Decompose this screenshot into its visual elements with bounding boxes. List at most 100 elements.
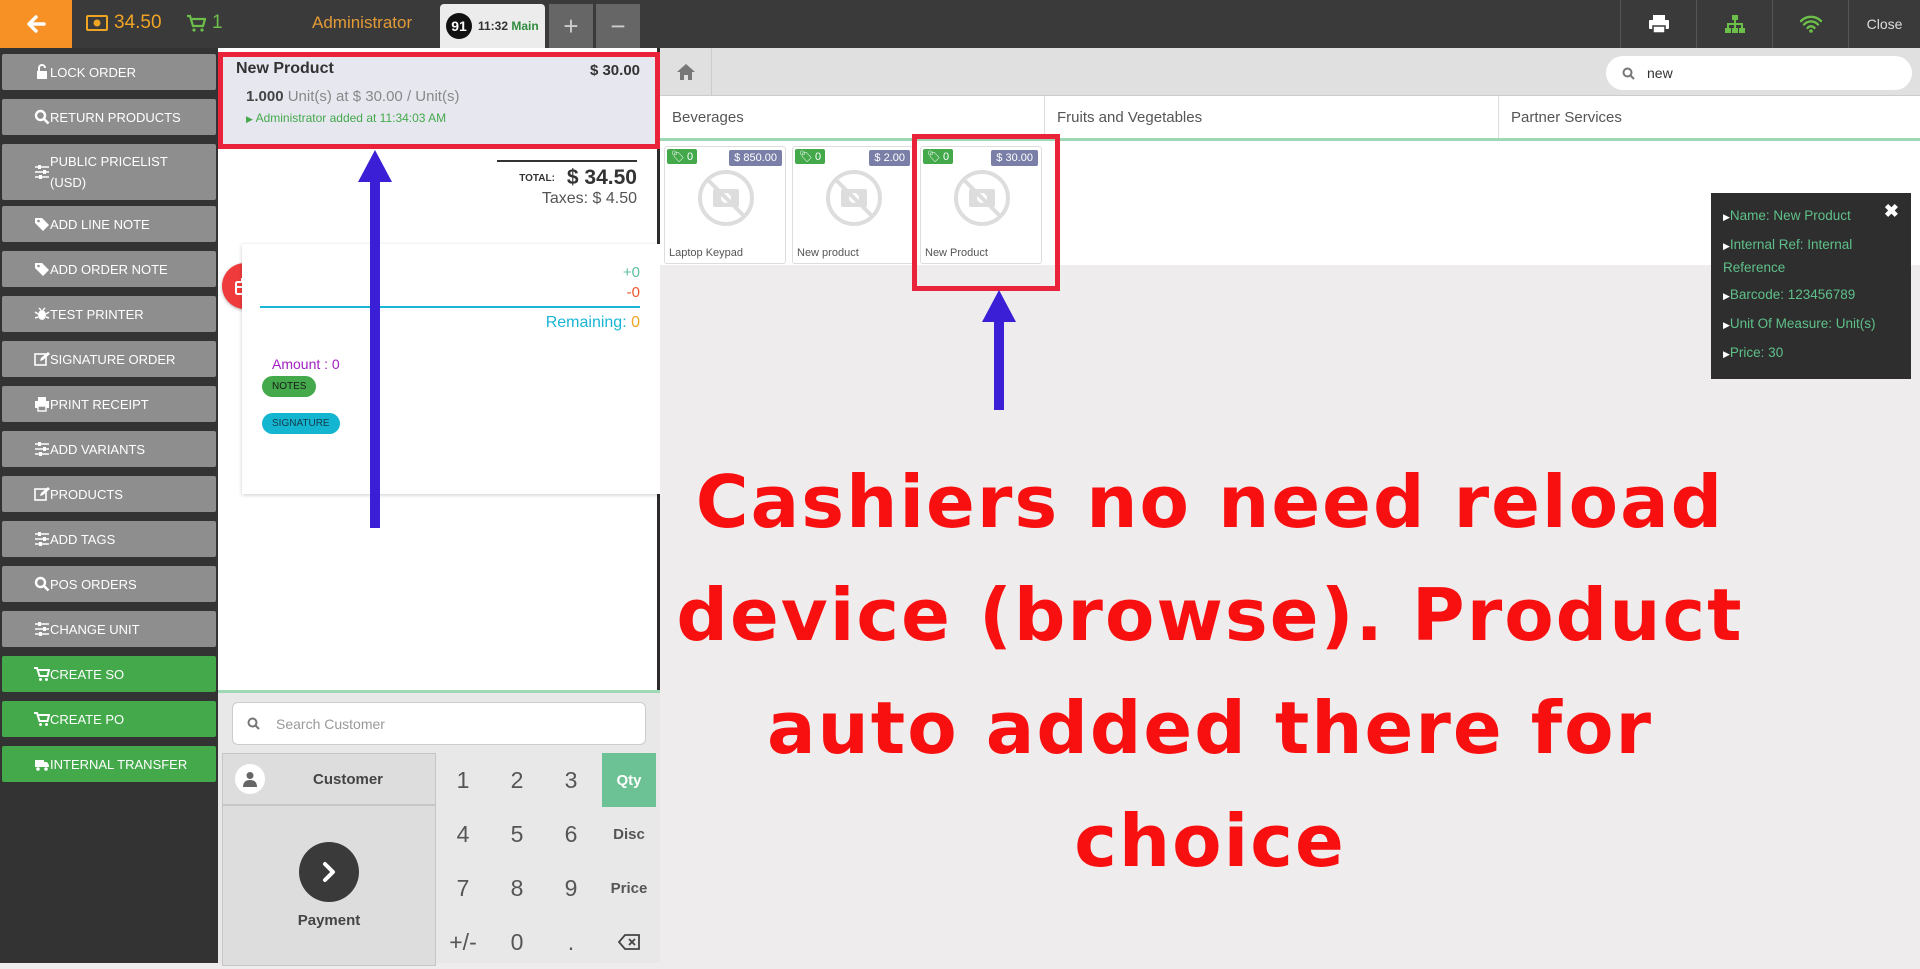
tag-icon <box>34 261 50 277</box>
caret-right-icon: ▶ <box>1723 320 1730 330</box>
back-button[interactable] <box>0 0 72 48</box>
numpad-mode-price[interactable]: Price <box>602 861 656 915</box>
remove-order-button[interactable]: − <box>596 4 640 48</box>
sidebar-item-create-po[interactable]: CREATE PO <box>2 701 216 737</box>
backspace-icon[interactable] <box>602 915 656 969</box>
order-tab[interactable]: 91 11:32 Main <box>440 4 545 48</box>
numpad-key[interactable]: . <box>544 915 598 969</box>
product-tag: 🏷 0 <box>795 149 826 164</box>
remaining-label: Remaining: <box>545 314 627 331</box>
arrow-up-icon <box>358 150 392 528</box>
customer-button[interactable]: Customer <box>222 753 436 805</box>
sidebar-item-public-pricelist-usd[interactable]: PUBLIC PRICELIST (USD) <box>2 144 216 200</box>
home-button[interactable] <box>660 48 712 96</box>
cart-count-value: 1 <box>212 12 223 33</box>
sidebar-item-products[interactable]: PRODUCTS <box>2 476 216 512</box>
sliders-icon <box>34 621 50 637</box>
sidebar-item-pos-orders[interactable]: POS ORDERS <box>2 566 216 602</box>
product-card[interactable]: 🏷 0 $ 850.00 Laptop Keypad <box>664 146 786 264</box>
sidebar-item-test-printer[interactable]: TEST PRINTER <box>2 296 216 332</box>
caret-right-icon: ▶ <box>1723 349 1730 359</box>
payment-label: Payment <box>297 912 361 929</box>
category-label: Beverages <box>672 108 744 126</box>
info-line-text: Price: 30 <box>1729 345 1784 360</box>
caption-line: Cashiers no need reload <box>695 460 1725 544</box>
signature-button[interactable]: SIGNATURE <box>262 413 340 434</box>
search-customer-placeholder: Search Customer <box>276 715 385 732</box>
numpad-key[interactable]: 3 <box>544 753 598 807</box>
order-time: 11:32 Main <box>478 19 539 33</box>
numpad-key[interactable]: 2 <box>490 753 544 807</box>
sidebar-item-signature-order[interactable]: SIGNATURE ORDER <box>2 341 216 377</box>
sidebar-item-create-so[interactable]: CREATE SO <box>2 656 216 692</box>
product-card[interactable]: 🏷 0 $ 2.00 New product <box>792 146 914 264</box>
product-name: New product <box>797 247 859 259</box>
plus-icon: + <box>563 10 579 41</box>
no-image-icon <box>826 170 882 226</box>
sidebar-item-label: SIGNATURE ORDER <box>50 351 176 367</box>
numpad-key[interactable]: 9 <box>544 861 598 915</box>
info-line: ▶Unit Of Measure: Unit(s) <box>1723 313 1899 336</box>
user-icon <box>235 764 265 794</box>
numpad: 1 2 3 4 5 6 7 8 9 +/- 0. Qty Disc Price <box>436 753 660 966</box>
numpad-key[interactable]: 5 <box>490 807 544 861</box>
sidebar-item-return-products[interactable]: RETURN PRODUCTS <box>2 99 216 135</box>
caret-right-icon: ▶ <box>1723 291 1730 301</box>
user-name[interactable]: Administrator <box>312 13 412 33</box>
unlock-icon <box>34 64 50 80</box>
numpad-key[interactable]: 0 <box>490 915 544 969</box>
highlight-order-line <box>218 52 660 149</box>
numpad-mode-disc[interactable]: Disc <box>602 807 656 861</box>
sidebar-item-internal-transfer[interactable]: INTERNAL TRANSFER <box>2 746 216 782</box>
category-beverages[interactable]: Beverages <box>660 96 1045 138</box>
numpad-key[interactable]: 8 <box>490 861 544 915</box>
notes-button[interactable]: NOTES <box>262 376 317 397</box>
network-button[interactable] <box>1696 0 1772 48</box>
sidebar-item-label: PUBLIC PRICELIST (USD) <box>50 154 168 190</box>
numpad-key[interactable]: 6 <box>544 807 598 861</box>
customer-label: Customer <box>313 770 384 788</box>
action-sidebar: LOCK ORDER RETURN PRODUCTS PUBLIC PRICELIS… <box>0 48 218 963</box>
total-line: TOTAL: $ 34.50 <box>497 166 637 190</box>
chevron-right-icon <box>299 842 359 902</box>
product-price: $ 850.00 <box>729 150 782 166</box>
numpad-key[interactable]: 1 <box>436 753 490 807</box>
sitemap-icon <box>1724 15 1745 33</box>
close-button[interactable]: Close <box>1848 0 1920 48</box>
search-icon <box>1622 67 1635 80</box>
add-order-button[interactable]: + <box>549 4 593 48</box>
category-partner-services[interactable]: Partner Services <box>1499 96 1920 138</box>
numpad-key[interactable]: 7 <box>436 861 490 915</box>
taxes-line: Taxes: $ 4.50 <box>541 190 637 207</box>
edit-icon <box>34 351 50 367</box>
sidebar-item-add-line-note[interactable]: ADD LINE NOTE <box>2 206 216 242</box>
truck-icon <box>34 756 50 772</box>
search-customer-field[interactable]: Search Customer <box>232 702 646 745</box>
order-number: 91 <box>446 13 472 39</box>
info-line: ▶Name: New Product <box>1723 205 1899 228</box>
print-button[interactable] <box>1620 0 1696 48</box>
info-line-text: Unit Of Measure: Unit(s) <box>1729 316 1876 331</box>
sidebar-item-label: INTERNAL TRANSFER <box>50 756 188 772</box>
sidebar-item-change-unit[interactable]: CHANGE UNIT <box>2 611 216 647</box>
wifi-button[interactable] <box>1772 0 1848 48</box>
sidebar-item-add-order-note[interactable]: ADD ORDER NOTE <box>2 251 216 287</box>
category-fruits-and-vegetables[interactable]: Fruits and Vegetables <box>1045 96 1499 138</box>
close-icon[interactable]: ✖ <box>1884 201 1899 222</box>
order-panel: New Product $ 30.00 1.000 Unit(s) at $ 3… <box>218 48 660 966</box>
info-line-text: Name: New Product <box>1729 208 1851 223</box>
sidebar-item-print-receipt[interactable]: PRINT RECEIPT <box>2 386 216 422</box>
numpad-key[interactable]: +/- <box>436 915 490 969</box>
sidebar-item-lock-order[interactable]: LOCK ORDER <box>2 54 216 90</box>
numpad-mode-qty[interactable]: Qty <box>602 753 656 807</box>
arrow-up-icon <box>982 290 1016 410</box>
caption-line: device (browse). Product <box>676 573 1744 657</box>
payment-plus: +0 <box>622 264 640 281</box>
product-tag-count: 0 <box>814 150 822 163</box>
sidebar-item-add-tags[interactable]: ADD TAGS <box>2 521 216 557</box>
product-search-input[interactable]: new <box>1606 56 1912 90</box>
payment-button[interactable]: Payment <box>222 805 436 966</box>
numpad-key[interactable]: 4 <box>436 807 490 861</box>
payment-minus: -0 <box>626 284 640 301</box>
sidebar-item-add-variants[interactable]: ADD VARIANTS <box>2 431 216 467</box>
